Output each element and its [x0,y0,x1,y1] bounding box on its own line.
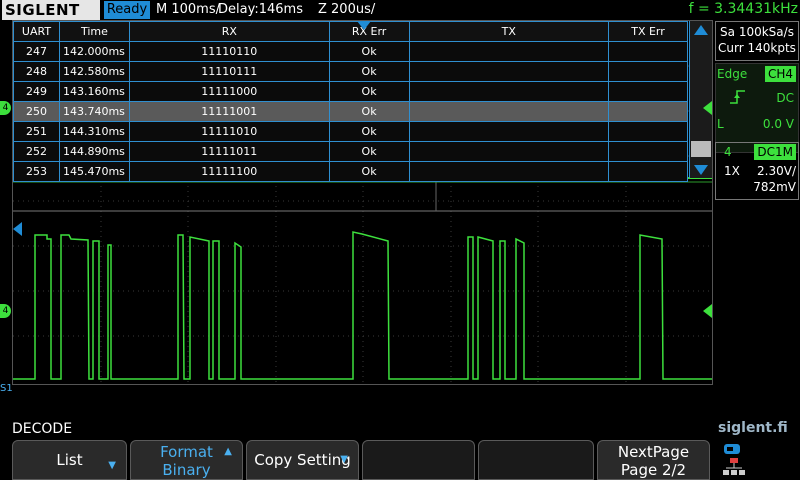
channel-offset: 782mV [753,180,796,194]
trigger-position-icon[interactable] [357,21,371,30]
bus-s1-label: S1 [0,383,13,394]
empty-softkey[interactable] [362,440,475,480]
trigger-source: CH4 [764,66,796,82]
list-softkey[interactable]: List ▼ [12,440,127,480]
chevron-up-icon: ▲ [224,446,232,457]
acquisition-info[interactable]: Sa 100kSa/s Curr 140kpts [715,21,799,61]
ch4-offset-marker[interactable]: 4 [0,304,11,318]
delay-readout[interactable]: Delay:146ms [218,2,303,18]
decode-list-table: UART Time RX RX Err TX TX Err 247 142.00… [13,21,688,182]
copy-setting-softkey[interactable]: Copy Setting ▼ [246,440,359,480]
trigger-type: Edge [717,67,748,81]
channel-coupling: DC1M [754,144,796,160]
table-row[interactable]: 251 144.310ms 11111010 Ok [13,121,688,142]
watermark: siglent.fi [718,420,788,436]
next-page-title: NextPage [617,443,690,461]
trigger-info[interactable]: Edge CH4 DC L 0.0 V [715,63,799,153]
channel4-info[interactable]: 4 DC1M 1X 2.30V/ 782mV [715,142,799,200]
menu-title: DECODE [12,421,73,437]
table-row[interactable]: 249 143.160ms 11111000 Ok [13,81,688,102]
frequency-counter: f = 3.34431kHz [688,1,798,17]
ch4-zoom-offset-marker[interactable]: 4 [0,101,11,115]
col-header-tx-err: TX Err [608,21,688,42]
chevron-down-icon: ▼ [108,460,116,471]
table-row[interactable]: 247 142.000ms 11110110 Ok [13,41,688,62]
trigger-level-label: L [717,117,724,131]
trigger-level-icon[interactable] [13,222,22,236]
page-indicator: Page 2/2 [620,461,687,479]
format-value: Binary [162,461,211,479]
table-row[interactable]: 248 142.580ms 11110111 Ok [13,61,688,82]
scrollbar-thumb[interactable] [691,141,711,157]
table-row-selected[interactable]: 250 143.740ms 11111001 Ok [13,101,688,122]
next-page-softkey[interactable]: NextPage Page 2/2 [597,440,710,480]
volts-per-div: 2.30V/ [757,164,796,178]
channel-number: 4 [724,145,732,159]
waveform-display[interactable]: UART Time RX RX Err TX TX Err 247 142.00… [12,20,713,385]
table-row[interactable]: 252 144.890ms 11111011 Ok [13,141,688,162]
scroll-down-arrow-icon[interactable] [693,164,709,176]
zoom-readout[interactable]: Z 200us/ [318,2,375,18]
trigger-level-main-icon[interactable] [703,304,712,318]
right-info-panel: Sa 100kSa/s Curr 140kpts Edge CH4 DC L 0… [713,20,800,460]
timebase-readout[interactable]: M 100ms/ [156,2,220,18]
col-header-uart: UART [13,21,60,42]
col-header-time: Time [58,21,130,42]
trigger-coupling: DC [776,91,794,105]
empty-softkey[interactable] [478,440,594,480]
probe-ratio: 1X [724,164,740,178]
sample-rate: Sa 100kSa/s [720,25,794,39]
acquisition-status[interactable]: Ready [104,1,150,19]
trigger-level-value: 0.0 V [762,117,794,131]
format-softkey[interactable]: Format Binary ▲ [130,440,243,480]
top-status-bar: SIGLENT Ready M 100ms/ Delay:146ms Z 200… [0,0,800,20]
scroll-up-arrow-icon[interactable] [693,24,709,36]
rising-edge-icon [730,90,745,104]
network-usb-status-icon [723,444,745,475]
table-header-row: UART Time RX RX Err TX TX Err [13,21,688,42]
col-header-tx: TX [408,21,610,42]
trigger-level-zoom-icon[interactable] [703,101,712,115]
brand-logo: SIGLENT [2,0,100,20]
table-row[interactable]: 253 145.470ms 11111100 Ok [13,161,688,182]
chevron-down-icon: ▼ [340,454,348,465]
memory-depth: Curr 140kpts [718,41,796,55]
col-header-rx: RX [128,21,330,42]
